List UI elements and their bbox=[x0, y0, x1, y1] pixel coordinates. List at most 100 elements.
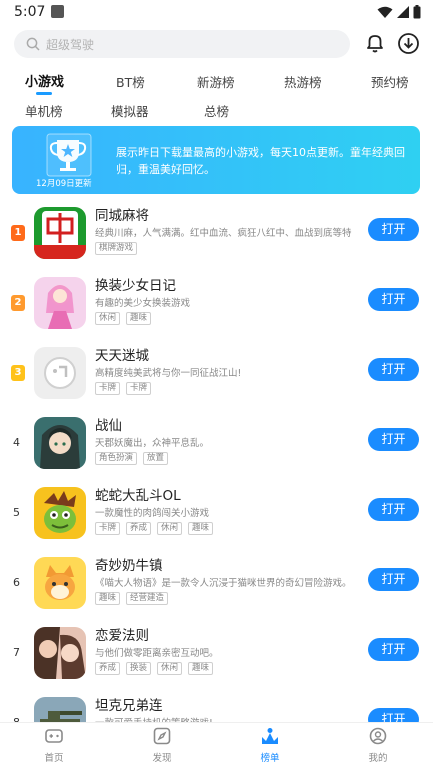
gamepad-icon bbox=[45, 729, 63, 743]
trophy-icon bbox=[46, 133, 92, 177]
list-item[interactable]: 7 恋爱法则 与他们做零距离亲密互动吧。 养成 换装 休闲 趣味 打开 bbox=[0, 620, 433, 690]
tag: 放置 bbox=[143, 452, 169, 465]
rank-number: 5 bbox=[13, 506, 20, 519]
tab-emulator[interactable]: 模拟器 bbox=[111, 101, 149, 120]
open-button[interactable]: 打开 bbox=[368, 498, 419, 521]
battery-icon bbox=[413, 5, 421, 19]
tab-mini-games[interactable]: 小游戏 bbox=[25, 71, 64, 90]
app-name: 换装少女日记 bbox=[95, 278, 176, 294]
rank-badge: 2 bbox=[11, 295, 25, 311]
list-item[interactable]: 2 换装少女日记 有趣的美少女换装游戏 休闲 趣味 打开 bbox=[0, 270, 433, 340]
tag: 卡牌 bbox=[126, 382, 152, 395]
tag-list: 卡牌 卡牌 bbox=[95, 382, 152, 395]
tab-overall[interactable]: 总榜 bbox=[204, 101, 229, 120]
search-input[interactable]: 超级驾驶 bbox=[14, 30, 350, 58]
app-description: 有趣的美少女换装游戏 bbox=[95, 298, 191, 309]
tag: 趣味 bbox=[188, 662, 214, 675]
rank-badge: 1 bbox=[11, 225, 25, 241]
bottom-navigation: 首页 发现 榜单 我的 bbox=[0, 722, 433, 769]
tag-list: 休闲 趣味 bbox=[95, 312, 152, 325]
banner-description: 展示昨日下载量最高的小游戏，每天10点更新。童年经典回归，重温美好回忆。 bbox=[116, 146, 405, 176]
tag-list: 趣味 经营建造 bbox=[95, 592, 169, 605]
tag: 趣味 bbox=[95, 592, 121, 605]
app-name: 蛇蛇大乱斗OL bbox=[95, 488, 181, 504]
ranking-icon bbox=[262, 728, 278, 744]
tag: 休闲 bbox=[157, 522, 183, 535]
nav-home[interactable]: 首页 bbox=[24, 727, 84, 764]
nav-profile[interactable]: 我的 bbox=[348, 727, 408, 764]
nav-ranking[interactable]: 榜单 bbox=[240, 727, 300, 764]
profile-icon bbox=[369, 727, 387, 745]
app-icon-tongcheng-mahjong bbox=[34, 207, 86, 259]
open-button[interactable]: 打开 bbox=[368, 638, 419, 661]
app-name: 同城麻将 bbox=[95, 208, 149, 224]
compass-icon bbox=[153, 727, 171, 745]
search-placeholder: 超级驾驶 bbox=[46, 38, 95, 52]
nav-label: 首页 bbox=[44, 753, 64, 764]
tag: 经营建造 bbox=[126, 592, 169, 605]
list-item[interactable]: 5 蛇蛇大乱斗OL 一款魔性的肉鸽闯关小游戏 卡牌 养成 休闲 趣味 打开 bbox=[0, 480, 433, 550]
app-icon-cow-town bbox=[34, 557, 86, 609]
app-icon-zhanxian bbox=[34, 417, 86, 469]
app-icon-tiantian-micheng bbox=[34, 347, 86, 399]
tab-hot-games[interactable]: 热游榜 bbox=[284, 72, 322, 91]
rank-number: 7 bbox=[13, 646, 20, 659]
app-name: 恋爱法则 bbox=[95, 628, 149, 644]
open-button[interactable]: 打开 bbox=[368, 568, 419, 591]
app-name: 奇妙奶牛镇 bbox=[95, 558, 163, 574]
tag-list: 养成 换装 休闲 趣味 bbox=[95, 662, 214, 675]
open-button[interactable]: 打开 bbox=[368, 218, 419, 241]
notification-icon bbox=[51, 5, 64, 18]
list-item[interactable]: 1 同城麻将 经典川麻，人气满满。红中血流、疯狂八红中、血战到底等特 棋牌游戏 … bbox=[0, 200, 433, 270]
bell-icon[interactable] bbox=[364, 32, 386, 54]
app-description: 高精度纯美武将与你一同征战江山! bbox=[95, 368, 242, 379]
list-item[interactable]: 6 奇妙奶牛镇 《喵大人物语》是一款令人沉浸于猫咪世界的奇幻冒险游戏。 趣味 经… bbox=[0, 550, 433, 620]
tag: 养成 bbox=[126, 522, 152, 535]
tag: 趣味 bbox=[188, 522, 214, 535]
tab-reservation[interactable]: 预约榜 bbox=[371, 72, 409, 91]
rank-number: 4 bbox=[13, 436, 20, 449]
tag: 休闲 bbox=[95, 312, 121, 325]
tag: 卡牌 bbox=[95, 522, 121, 535]
app-description: 经典川麻，人气满满。红中血流、疯狂八红中、血战到底等特 bbox=[95, 228, 352, 239]
tag: 角色扮演 bbox=[95, 452, 138, 465]
app-name: 战仙 bbox=[95, 418, 122, 434]
list-item[interactable]: 3 天天迷城 高精度纯美武将与你一同征战江山! 卡牌 卡牌 打开 bbox=[0, 340, 433, 410]
app-description: 一款魔性的肉鸽闯关小游戏 bbox=[95, 508, 210, 519]
tab-new-games[interactable]: 新游榜 bbox=[197, 72, 235, 91]
wifi-icon bbox=[377, 6, 393, 18]
status-time: 5:07 bbox=[14, 4, 46, 20]
status-bar: 5:07 bbox=[0, 0, 433, 26]
nav-label: 发现 bbox=[152, 753, 172, 764]
rank-number: 6 bbox=[13, 576, 20, 589]
tab-bt[interactable]: BT榜 bbox=[116, 72, 145, 91]
tag-list: 角色扮演 放置 bbox=[95, 452, 169, 465]
app-icon-dressup-diary bbox=[34, 277, 86, 329]
app-name: 坦克兄弟连 bbox=[95, 698, 163, 714]
tag: 卡牌 bbox=[95, 382, 121, 395]
ranking-banner: 12月09日更新 展示昨日下载量最高的小游戏，每天10点更新。童年经典回归，重温… bbox=[12, 126, 420, 194]
tag-list: 棋牌游戏 bbox=[95, 242, 138, 255]
tab-standalone[interactable]: 单机榜 bbox=[25, 101, 63, 120]
status-icons bbox=[377, 5, 421, 19]
app-description: 与他们做零距离亲密互动吧。 bbox=[95, 648, 219, 659]
download-icon[interactable] bbox=[397, 32, 420, 55]
open-button[interactable]: 打开 bbox=[368, 358, 419, 381]
open-button[interactable]: 打开 bbox=[368, 428, 419, 451]
app-description: 《喵大人物语》是一款令人沉浸于猫咪世界的奇幻冒险游戏。 bbox=[95, 578, 352, 589]
nav-discover[interactable]: 发现 bbox=[132, 727, 192, 764]
app-icon-snake-battle bbox=[34, 487, 86, 539]
tag: 换装 bbox=[126, 662, 152, 675]
open-button[interactable]: 打开 bbox=[368, 288, 419, 311]
list-item[interactable]: 4 战仙 天郡妖魔出，众神平息乱。 角色扮演 放置 打开 bbox=[0, 410, 433, 480]
app-icon-love-rules bbox=[34, 627, 86, 679]
banner-update-date: 12月09日更新 bbox=[36, 179, 92, 189]
rank-badge: 3 bbox=[11, 365, 25, 381]
app-description: 天郡妖魔出，众神平息乱。 bbox=[95, 438, 210, 449]
tag: 养成 bbox=[95, 662, 121, 675]
tag: 趣味 bbox=[126, 312, 152, 325]
tag: 棋牌游戏 bbox=[95, 242, 138, 255]
search-icon bbox=[26, 37, 40, 51]
nav-label: 我的 bbox=[368, 753, 388, 764]
nav-label: 榜单 bbox=[260, 753, 280, 764]
